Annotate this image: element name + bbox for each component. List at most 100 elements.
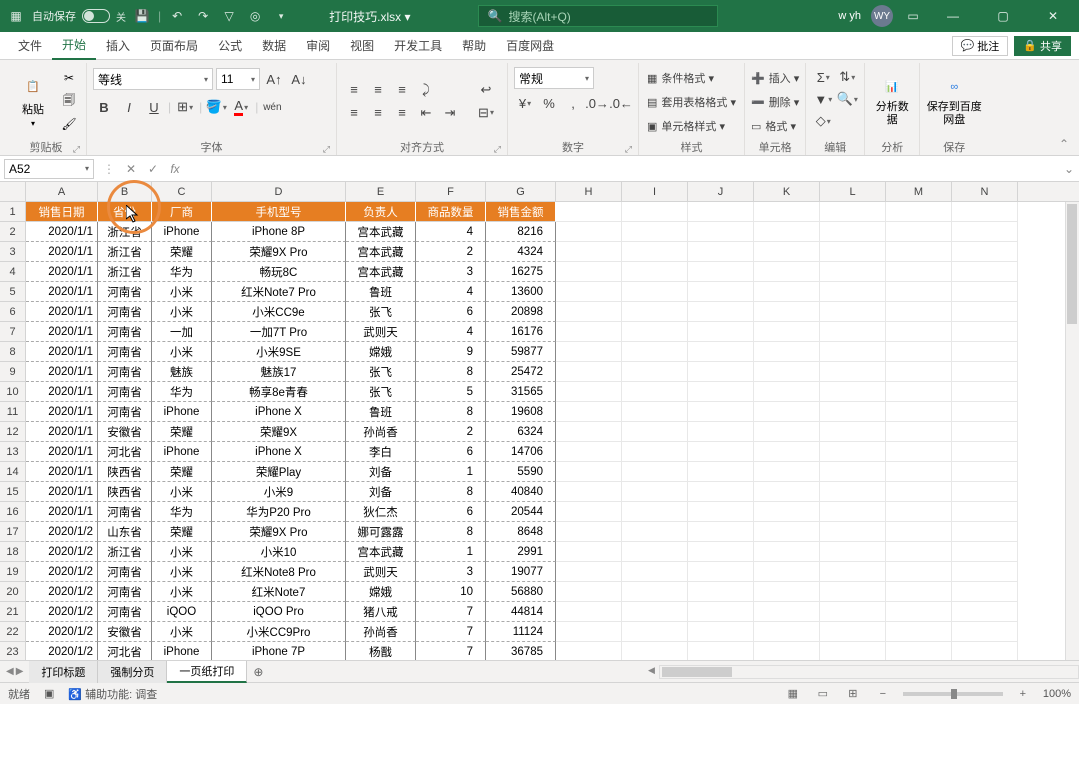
cell[interactable]: [754, 522, 820, 542]
ribbon-tab[interactable]: 视图: [340, 32, 384, 60]
row-header[interactable]: 18: [0, 542, 25, 562]
cell[interactable]: [688, 242, 754, 262]
camera-icon[interactable]: ◎: [245, 6, 265, 26]
cell[interactable]: 25472: [486, 362, 556, 382]
sheet-tab[interactable]: 打印标题: [29, 661, 98, 683]
cell[interactable]: 6324: [486, 422, 556, 442]
maximize-button[interactable]: ▢: [983, 0, 1023, 32]
cell[interactable]: 8: [416, 482, 486, 502]
cell[interactable]: iQOO Pro: [212, 602, 346, 622]
cell[interactable]: 40840: [486, 482, 556, 502]
cell[interactable]: [754, 422, 820, 442]
cell[interactable]: 负责人: [346, 202, 416, 222]
cell[interactable]: [952, 242, 1018, 262]
cell[interactable]: [820, 462, 886, 482]
cell[interactable]: 厂商: [152, 202, 212, 222]
comma-icon[interactable]: ,: [562, 93, 584, 113]
cell[interactable]: 陕西省: [98, 482, 152, 502]
cell[interactable]: 手机型号: [212, 202, 346, 222]
cell[interactable]: [886, 262, 952, 282]
insert-cells-button[interactable]: ➕插入 ▾: [751, 67, 799, 89]
cell[interactable]: [622, 582, 688, 602]
cell[interactable]: [556, 202, 622, 222]
cell[interactable]: [820, 382, 886, 402]
cell[interactable]: 59877: [486, 342, 556, 362]
cell[interactable]: 小米: [152, 482, 212, 502]
cell[interactable]: 2020/1/1: [26, 482, 98, 502]
cell-styles-button[interactable]: ▣单元格样式 ▾: [645, 115, 727, 137]
cell[interactable]: 8: [416, 362, 486, 382]
row-header[interactable]: 10: [0, 382, 25, 402]
fx-icon[interactable]: fx: [164, 159, 186, 179]
cell[interactable]: 44814: [486, 602, 556, 622]
cell[interactable]: [688, 262, 754, 282]
cell[interactable]: 2020/1/1: [26, 242, 98, 262]
cell[interactable]: [688, 542, 754, 562]
cell[interactable]: [886, 582, 952, 602]
cell[interactable]: [622, 622, 688, 642]
cell[interactable]: [952, 322, 1018, 342]
cell[interactable]: [952, 642, 1018, 660]
zoom-out-button[interactable]: −: [873, 686, 893, 702]
cell[interactable]: 20898: [486, 302, 556, 322]
cell[interactable]: 2020/1/1: [26, 302, 98, 322]
cell[interactable]: [688, 442, 754, 462]
formula-check-icon[interactable]: ✓: [142, 159, 164, 179]
align-center-icon[interactable]: ≡: [367, 103, 389, 123]
minimize-button[interactable]: —: [933, 0, 973, 32]
cell[interactable]: [622, 422, 688, 442]
cell[interactable]: 8648: [486, 522, 556, 542]
cell[interactable]: [952, 302, 1018, 322]
cell[interactable]: iPhone 7P: [212, 642, 346, 660]
cell[interactable]: [886, 522, 952, 542]
inc-decimal-icon[interactable]: .0→: [586, 93, 608, 113]
cell[interactable]: 4: [416, 222, 486, 242]
cell[interactable]: 4: [416, 282, 486, 302]
cell[interactable]: [688, 342, 754, 362]
cell[interactable]: [820, 602, 886, 622]
cell[interactable]: 狄仁杰: [346, 502, 416, 522]
cell[interactable]: [622, 482, 688, 502]
column-header[interactable]: A: [26, 182, 98, 201]
cell[interactable]: 宫本武藏: [346, 542, 416, 562]
filter-icon[interactable]: ▽: [219, 6, 239, 26]
add-sheet-button[interactable]: ⊕: [247, 665, 269, 679]
cell[interactable]: [556, 322, 622, 342]
cell[interactable]: 畅享8e青春: [212, 382, 346, 402]
cell[interactable]: 河南省: [98, 342, 152, 362]
user-avatar[interactable]: WY: [871, 5, 893, 27]
cell[interactable]: [754, 482, 820, 502]
cell[interactable]: [622, 462, 688, 482]
find-icon[interactable]: 🔍▾: [836, 89, 858, 109]
cell[interactable]: [820, 622, 886, 642]
cell[interactable]: [556, 602, 622, 622]
currency-icon[interactable]: ¥▾: [514, 93, 536, 113]
cell[interactable]: 小米: [152, 622, 212, 642]
autosum-icon[interactable]: Σ▾: [812, 67, 834, 87]
cell[interactable]: [622, 362, 688, 382]
cell[interactable]: iPhone: [152, 222, 212, 242]
bold-button[interactable]: B: [93, 97, 115, 117]
cell[interactable]: 河南省: [98, 402, 152, 422]
cell[interactable]: [820, 402, 886, 422]
cell[interactable]: [556, 542, 622, 562]
cell[interactable]: 孙尚香: [346, 622, 416, 642]
cell[interactable]: [886, 602, 952, 622]
cell[interactable]: 20544: [486, 502, 556, 522]
cell[interactable]: [952, 502, 1018, 522]
cell[interactable]: [556, 642, 622, 660]
cell[interactable]: 娜可露露: [346, 522, 416, 542]
column-header[interactable]: B: [98, 182, 152, 201]
cell[interactable]: 荣耀: [152, 242, 212, 262]
align-top-icon[interactable]: ≡: [343, 80, 365, 100]
row-header[interactable]: 8: [0, 342, 25, 362]
cell[interactable]: iPhone X: [212, 442, 346, 462]
formula-input[interactable]: [186, 159, 1059, 179]
cell[interactable]: [622, 542, 688, 562]
cell[interactable]: [556, 462, 622, 482]
cell[interactable]: [886, 502, 952, 522]
align-launcher[interactable]: ⤢: [494, 144, 501, 155]
column-header[interactable]: D: [212, 182, 346, 201]
cell[interactable]: [622, 642, 688, 660]
cell[interactable]: [886, 542, 952, 562]
